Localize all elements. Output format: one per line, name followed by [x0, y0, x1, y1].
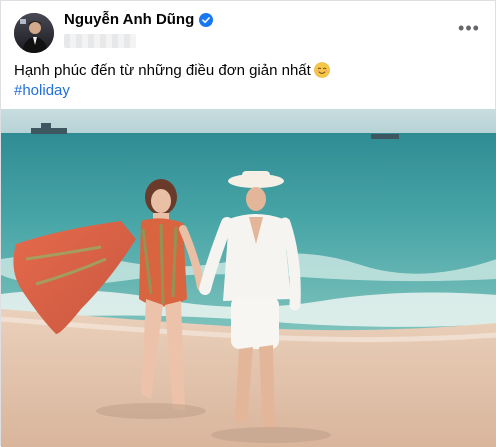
- post-timestamp-redacted: [64, 34, 136, 48]
- caption-text: Hạnh phúc đến từ những điều đơn giản nhấ…: [14, 62, 311, 79]
- smiling-face-emoji-icon: [314, 62, 330, 78]
- author-name[interactable]: Nguyễn Anh Dũng: [64, 11, 194, 28]
- post-photo[interactable]: [1, 109, 496, 447]
- more-options-button[interactable]: •••: [458, 17, 480, 38]
- author-row: Nguyễn Anh Dũng: [64, 11, 214, 28]
- post-header: Nguyễn Anh Dũng •••: [1, 1, 495, 57]
- ellipsis-icon: •••: [458, 17, 480, 38]
- redacted-block: [64, 34, 136, 48]
- post-content: Hạnh phúc đến từ những điều đơn giản nhấ…: [14, 61, 484, 101]
- hashtag-link[interactable]: #holiday: [14, 81, 484, 101]
- beach-couple-photo: [1, 109, 496, 447]
- author-avatar[interactable]: [14, 13, 54, 53]
- verified-badge-icon: [199, 12, 214, 27]
- facebook-post: Nguyễn Anh Dũng ••• Hạnh phúc đến từ nhữ…: [0, 0, 496, 447]
- avatar-image: [14, 13, 54, 53]
- post-caption: Hạnh phúc đến từ những điều đơn giản nhấ…: [14, 61, 484, 81]
